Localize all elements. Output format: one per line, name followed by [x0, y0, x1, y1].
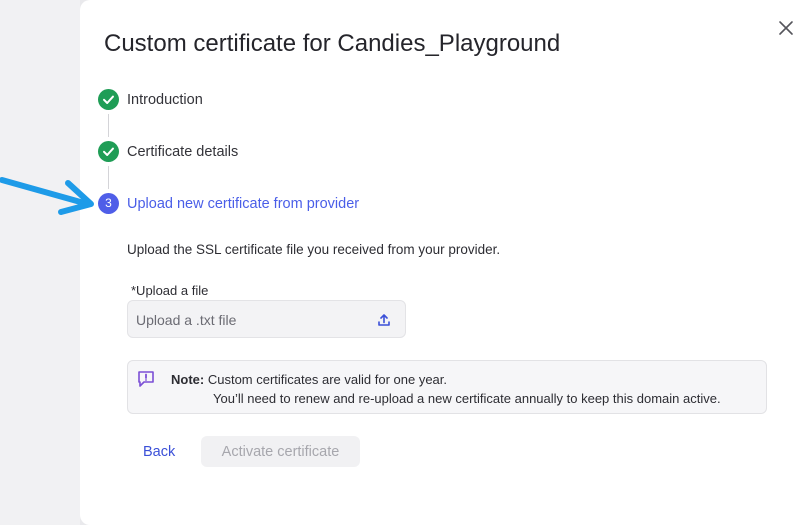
upload-placeholder: Upload a .txt file — [136, 312, 237, 328]
note-line-1: Note: Custom certificates are valid for … — [171, 372, 447, 387]
step-label: Certificate details — [127, 144, 239, 160]
back-button[interactable]: Back — [127, 436, 191, 467]
message-alert-icon — [138, 371, 154, 387]
activate-certificate-button[interactable]: Activate certificate — [201, 436, 360, 467]
checkmark-icon — [98, 141, 119, 162]
page-backdrop — [0, 0, 80, 525]
note-box: Note: Custom certificates are valid for … — [127, 360, 767, 414]
dialog-title: Custom certificate for Candies_Playgroun… — [104, 30, 561, 57]
step-label: Introduction — [127, 92, 203, 108]
step-label: Upload new certificate from provider — [127, 196, 360, 212]
upload-icon — [378, 314, 390, 326]
note-label: Note: — [171, 372, 205, 387]
step-connector — [108, 166, 109, 189]
close-icon[interactable] — [776, 18, 796, 38]
upload-instructions: Upload the SSL certificate file you rece… — [127, 242, 501, 257]
note-text: Custom certificates are valid for one ye… — [207, 372, 448, 387]
file-upload-input[interactable]: Upload a .txt file — [127, 300, 406, 338]
upload-field-label: *Upload a file — [131, 283, 209, 298]
custom-certificate-dialog: Custom certificate for Candies_Playgroun… — [80, 0, 811, 525]
note-line-2: You’ll need to renew and re-upload a new… — [213, 391, 721, 406]
annotation-arrow-icon — [0, 177, 94, 215]
step-number-badge: 3 — [98, 193, 119, 214]
checkmark-icon — [98, 89, 119, 110]
step-connector — [108, 114, 109, 137]
